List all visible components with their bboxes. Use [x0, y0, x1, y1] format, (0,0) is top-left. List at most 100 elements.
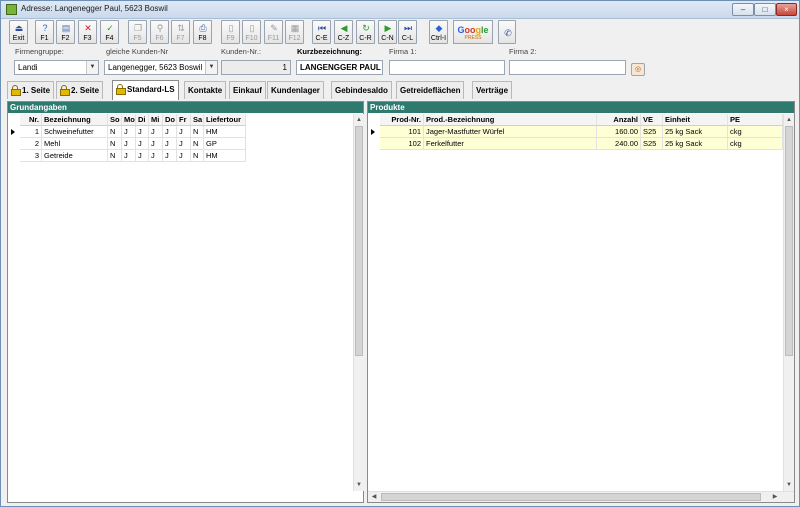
- column-header-bezeichnung[interactable]: Bezeichnung: [42, 114, 108, 126]
- column-header-sa[interactable]: Sa: [191, 114, 204, 126]
- cell-prod-nr[interactable]: 101: [380, 126, 424, 138]
- cell-mi[interactable]: J: [149, 126, 163, 138]
- column-header-prod-nr[interactable]: Prod-Nr.: [380, 114, 424, 126]
- toolbar-f6-button[interactable]: ⚲ F6: [150, 20, 169, 44]
- toolbar-f1-button[interactable]: ? F1: [35, 20, 54, 44]
- tab-kontakte[interactable]: Kontakte: [184, 81, 227, 99]
- tab-gebindesaldo[interactable]: Gebindesaldo: [331, 81, 392, 99]
- tab-2-seite[interactable]: 2. Seite: [56, 81, 104, 99]
- cell-sa[interactable]: N: [191, 138, 204, 150]
- cell-mo[interactable]: J: [122, 126, 136, 138]
- column-header-fr[interactable]: Fr: [177, 114, 191, 126]
- minimize-button[interactable]: –: [732, 3, 754, 16]
- cell-di[interactable]: J: [136, 150, 149, 162]
- left-vertical-scrollbar[interactable]: ▲ ▼: [353, 114, 364, 491]
- cell-einheit[interactable]: 25 kg Sack: [663, 138, 728, 150]
- toolbar-c-r-button[interactable]: ↻ C-R: [356, 20, 375, 44]
- tab-getreideflächen[interactable]: Getreideflächen: [396, 81, 465, 99]
- cell-sa[interactable]: N: [191, 126, 204, 138]
- cell-ve[interactable]: S25: [641, 126, 663, 138]
- right-vertical-scrollbar[interactable]: ▲ ▼: [783, 114, 794, 491]
- cell-pe[interactable]: ckg: [728, 138, 783, 150]
- column-header-do[interactable]: Do: [163, 114, 177, 126]
- scroll-thumb[interactable]: [381, 493, 761, 501]
- cell-nr[interactable]: 1: [20, 126, 42, 138]
- toolbar-c-n-button[interactable]: ▶ C-N: [378, 20, 397, 44]
- scroll-thumb[interactable]: [355, 126, 363, 356]
- cell-do[interactable]: J: [163, 138, 177, 150]
- cell-fr[interactable]: J: [177, 150, 191, 162]
- scroll-right-icon[interactable]: ▶: [770, 492, 780, 502]
- toolbar-phone-button[interactable]: ✆: [498, 20, 516, 44]
- cell-liefertour[interactable]: GP: [204, 138, 246, 150]
- cell-nr[interactable]: 3: [20, 150, 42, 162]
- cell-do[interactable]: J: [163, 150, 177, 162]
- cell-so[interactable]: N: [108, 138, 122, 150]
- column-header-ve[interactable]: VE: [641, 114, 663, 126]
- toolbar-c-l-button[interactable]: ⏭ C-L: [398, 20, 417, 44]
- firma1-field[interactable]: [389, 60, 505, 75]
- cell-liefertour[interactable]: HM: [204, 126, 246, 138]
- table-row[interactable]: 1 Schweinefutter N J J J J J N HM: [8, 126, 246, 138]
- cell-do[interactable]: J: [163, 126, 177, 138]
- cell-mi[interactable]: J: [149, 138, 163, 150]
- column-header-mo[interactable]: Mo: [122, 114, 136, 126]
- gleiche-kunden-nr-select[interactable]: Langenegger, 5623 Boswil ▼: [104, 60, 218, 75]
- scroll-down-icon[interactable]: ▼: [354, 480, 364, 490]
- cell-sa[interactable]: N: [191, 150, 204, 162]
- toolbar-f10-button[interactable]: ▯ F10: [242, 20, 261, 44]
- table-row[interactable]: 3 Getreide N J J J J J N HM: [8, 150, 246, 162]
- toolbar-f11-button[interactable]: ✎ F11: [264, 20, 283, 44]
- table-row[interactable]: 101 Jager-Mastfutter Würfel 160.00 S25 25 kg…: [368, 126, 783, 138]
- tab-1-seite[interactable]: 1. Seite: [7, 81, 55, 99]
- toolbar-exit-button[interactable]: ⏏ Exit: [9, 20, 28, 44]
- scroll-left-icon[interactable]: ◀: [369, 492, 379, 502]
- toolbar-f7-button[interactable]: ⇅ F7: [171, 20, 190, 44]
- scroll-thumb[interactable]: [785, 126, 793, 356]
- toolbar-f5-button[interactable]: ❐ F5: [128, 20, 147, 44]
- scroll-up-icon[interactable]: ▲: [784, 115, 794, 125]
- column-header-prod-bezeichnung[interactable]: Prod.-Bezeichnung: [424, 114, 597, 126]
- cell-fr[interactable]: J: [177, 138, 191, 150]
- table-row[interactable]: 2 Mehl N J J J J J N GP: [8, 138, 246, 150]
- close-button[interactable]: ×: [776, 3, 797, 16]
- toolbar-f8-button[interactable]: ⎙ F8: [193, 20, 212, 44]
- cell-mo[interactable]: J: [122, 138, 136, 150]
- cell-fr[interactable]: J: [177, 126, 191, 138]
- column-header-mi[interactable]: Mi: [149, 114, 163, 126]
- cell-anzahl[interactable]: 160.00: [597, 126, 641, 138]
- column-header-pe[interactable]: PE: [728, 114, 783, 126]
- column-header-nr[interactable]: Nr.: [20, 114, 42, 126]
- cell-prod-bezeichnung[interactable]: Ferkelfutter: [424, 138, 597, 150]
- cell-so[interactable]: N: [108, 126, 122, 138]
- maximize-button[interactable]: □: [754, 3, 776, 16]
- kunden-nr-field[interactable]: 1: [221, 60, 291, 75]
- toolbar-c-z-button[interactable]: ◀ C-Z: [334, 20, 353, 44]
- cell-nr[interactable]: 2: [20, 138, 42, 150]
- kurzbezeichnung-field[interactable]: LANGENGGER PAUL: [296, 60, 383, 75]
- cell-einheit[interactable]: 25 kg Sack: [663, 126, 728, 138]
- cell-so[interactable]: N: [108, 150, 122, 162]
- scroll-down-icon[interactable]: ▼: [784, 480, 794, 490]
- chevron-down-icon[interactable]: ▼: [86, 61, 98, 74]
- right-horizontal-scrollbar[interactable]: ◀ ▶: [368, 491, 794, 502]
- cell-bezeichnung[interactable]: Mehl: [42, 138, 108, 150]
- tab-einkauf[interactable]: Einkauf: [229, 81, 266, 99]
- column-header-di[interactable]: Di: [136, 114, 149, 126]
- toolbar-f2-button[interactable]: ▤ F2: [56, 20, 75, 44]
- cell-bezeichnung[interactable]: Getreide: [42, 150, 108, 162]
- firma2-field[interactable]: [509, 60, 626, 75]
- cell-pe[interactable]: ckg: [728, 126, 783, 138]
- cell-di[interactable]: J: [136, 126, 149, 138]
- column-header-einheit[interactable]: Einheit: [663, 114, 728, 126]
- toolbar-f9-button[interactable]: ▯ F9: [221, 20, 240, 44]
- lookup-icon[interactable]: ◎: [631, 63, 645, 76]
- table-row[interactable]: 102 Ferkelfutter 240.00 S25 25 kg Sack ckg: [368, 138, 783, 150]
- chevron-down-icon[interactable]: ▼: [205, 61, 217, 74]
- cell-mo[interactable]: J: [122, 150, 136, 162]
- cell-di[interactable]: J: [136, 138, 149, 150]
- cell-liefertour[interactable]: HM: [204, 150, 246, 162]
- google-button[interactable]: Google PRESS: [453, 20, 493, 44]
- toolbar-f3-button[interactable]: ✕ F3: [78, 20, 97, 44]
- column-header-so[interactable]: So: [108, 114, 122, 126]
